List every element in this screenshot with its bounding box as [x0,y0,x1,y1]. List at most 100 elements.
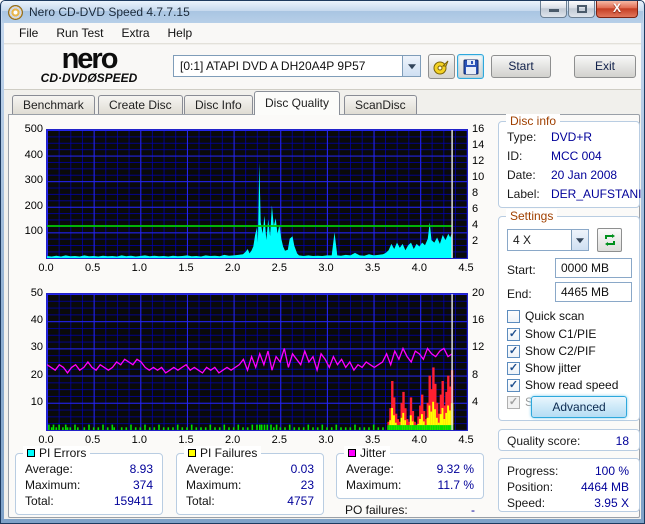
disc-type-label: Type: [507,130,537,144]
refresh-button[interactable] [597,228,622,252]
eject-button[interactable] [428,54,455,79]
checkbox-icon[interactable] [507,361,520,375]
eject-disc-icon [433,60,449,74]
menu-help[interactable]: Help [159,24,202,42]
settings-box: Settings 4 X Start: 0000 MB End: 4465 MB… [498,209,640,421]
disc-info-box: Disc info Type: DVD+R ID: MCC 004 Date: … [498,114,641,208]
speed-label: Speed: [507,496,546,510]
menu-bar: File Run Test Extra Help [4,23,641,44]
axis-tick-label: 100 [24,225,43,238]
pi-errors-series [47,162,453,258]
tab-strip: Benchmark Create Disc Disc Info Disc Qua… [8,91,641,115]
tab-scandisc[interactable]: ScanDisc [344,95,417,115]
nero-logo: nero CD·DVDØSPEED [14,45,164,85]
chevron-down-icon [407,64,416,70]
checkbox-icon[interactable] [507,378,520,392]
axis-tick-label: 2 [472,235,479,247]
axis-tick-label: 4.5 [458,434,474,446]
checkbox-show-jitter[interactable]: Show jitter [507,361,581,375]
drive-selector[interactable]: [0:1] ATAPI DVD A DH20A4P 9P57 [173,55,421,77]
checkbox-quick-scan[interactable]: Quick scan [507,309,584,323]
save-button[interactable] [457,54,484,79]
stat-row: Average: 0.03 [186,462,314,476]
axis-tick-label: 4 [472,219,479,231]
checkbox-icon[interactable] [507,344,520,358]
quality-score-label: Quality score: [507,434,581,448]
axis-tick-label: 12 [472,155,485,167]
stat-row: Average: 8.93 [25,462,153,476]
pie-chart-x-axis: 0.0 0.5 1.0 1.5 2.0 2.5 3.0 3.5 4.0 4.5 [38,262,473,276]
axis-tick-label: 12 [472,341,485,354]
floppy-save-icon [463,59,478,74]
app-cd-icon [8,4,23,20]
start-position-field[interactable]: 0000 MB [555,258,632,278]
advanced-button[interactable]: Advanced [531,396,627,418]
axis-tick-label: 20 [472,287,485,299]
stat-row: Maximum: 23 [186,478,314,492]
jitter-legend-icon [348,449,356,457]
progress-box: Progress: 100 % Position: 4464 MB Speed:… [498,458,640,512]
toolbar: nero CD·DVDØSPEED [0:1] ATAPI DVD A DH20… [4,45,641,90]
maximize-icon [577,5,587,13]
checkbox-show-c1-pie[interactable]: Show C1/PIE [507,327,596,341]
tab-create-disc[interactable]: Create Disc [98,95,183,115]
disc-date-value: 20 Jan 2008 [551,168,618,182]
axis-tick-label: 2.5 [271,262,287,274]
axis-tick-label: 0.5 [85,434,101,446]
close-button[interactable]: X [596,1,638,18]
chevron-down-icon [576,238,584,244]
axis-tick-label: 1.0 [131,262,147,274]
checkbox-icon[interactable] [507,327,520,341]
maximize-button[interactable] [568,1,595,18]
start-position-label: Start: [507,263,536,277]
pi-failures-box: PI Failures Average: 0.03 Maximum: 23 Tota… [176,446,324,515]
start-button[interactable]: Start [491,55,551,78]
axis-tick-label: 40 [30,314,43,327]
disc-id-label: ID: [507,149,523,163]
pi-failures-title: PI Failures [184,446,262,460]
position-value: 4464 MB [580,480,629,494]
end-position-label: End: [507,287,532,301]
position-label: Position: [507,480,554,494]
axis-tick-label: 0.0 [38,262,54,274]
minimize-button[interactable] [540,1,567,18]
window-title: Nero CD-DVD Speed 4.7.7.15 [29,5,190,19]
axis-tick-label: 4 [472,395,479,408]
scan-speed-dropdown-button[interactable] [571,230,588,250]
stat-row: Average: 9.32 % [346,462,474,476]
refresh-icon [604,234,615,246]
tab-benchmark[interactable]: Benchmark [12,95,95,115]
axis-tick-label: 6 [472,203,479,215]
cd-dvd-speed-logo-text: CD·DVDØSPEED [40,71,138,85]
scan-speed-select[interactable]: 4 X [507,229,589,251]
checkbox-show-read-speed[interactable]: Show read speed [507,378,618,392]
axis-tick-label: 50 [30,287,43,299]
menu-run-test[interactable]: Run Test [47,24,112,42]
disc-info-title: Disc info [506,114,561,128]
axis-tick-label: 20 [30,368,43,381]
pif-chart-right-axis: 20 16 12 8 4 [472,287,492,431]
axis-tick-label: 1.0 [131,434,147,446]
axis-tick-label: 16 [472,123,485,135]
menu-extra[interactable]: Extra [112,24,158,42]
jitter-series [47,346,453,374]
drive-selector-dropdown-button[interactable] [402,56,420,76]
minimize-icon [549,9,559,12]
quality-score-box: Quality score: 18 [498,429,640,451]
axis-tick-label: 3.5 [365,262,381,274]
pif-chart-plot [46,293,468,431]
menu-file[interactable]: File [10,24,47,42]
axis-tick-label: 30 [30,341,43,354]
end-position-field[interactable]: 4465 MB [555,282,632,302]
axis-tick-label: 300 [24,174,43,187]
tab-disc-info[interactable]: Disc Info [184,95,253,115]
exit-button[interactable]: Exit [574,55,636,78]
pi-errors-box: PI Errors Average: 8.93 Maximum: 374 Total… [15,446,163,515]
checkbox-show-c2-pif[interactable]: Show C2/PIF [507,344,596,358]
axis-tick-label: 0.5 [85,262,101,274]
tab-disc-quality[interactable]: Disc Quality [254,91,341,115]
speed-value: 3.95 X [594,496,629,510]
stat-row: Maximum: 11.7 % [346,478,474,492]
client-area: File Run Test Extra Help nero CD·DVDØSPE… [4,23,641,519]
checkbox-icon[interactable] [507,309,520,323]
